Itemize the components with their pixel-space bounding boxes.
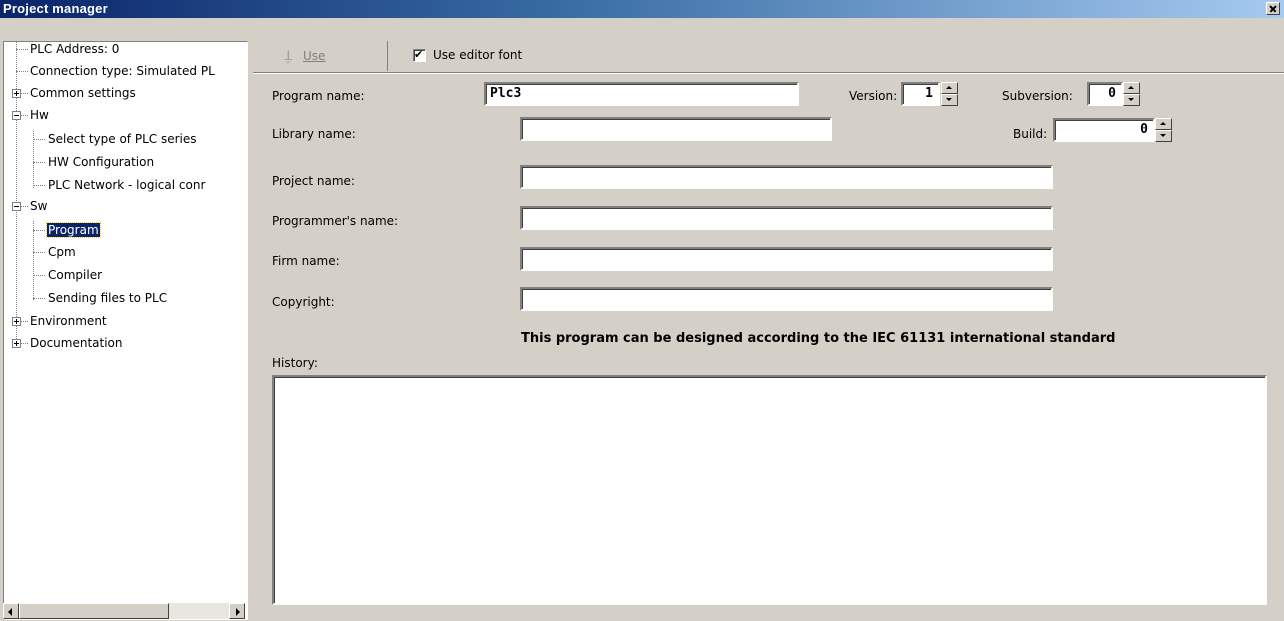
tree-item-compiler[interactable]: Compiler: [48, 268, 102, 282]
tree-item-connection-type[interactable]: Connection type: Simulated PL: [30, 64, 215, 78]
programmers-name-field[interactable]: [520, 206, 1053, 230]
copyright-field[interactable]: [520, 287, 1053, 311]
copyright-label: Copyright:: [272, 295, 335, 309]
tree-item-documentation[interactable]: Documentation: [30, 336, 123, 350]
tree-item-select-plc-series[interactable]: Select type of PLC series: [48, 132, 197, 146]
tree-item-plc-network[interactable]: PLC Network - logical conr: [48, 178, 205, 192]
build-up-button[interactable]: [1155, 118, 1172, 130]
tree-item-cpm[interactable]: Cpm: [48, 245, 76, 259]
tree-connector: [33, 230, 45, 231]
tree-item-sw[interactable]: Sw: [30, 199, 47, 213]
expand-common-settings-icon[interactable]: [12, 89, 21, 98]
scroll-right-button[interactable]: [229, 603, 245, 619]
tree-connector: [33, 162, 45, 163]
arrow-right-icon: [236, 608, 240, 616]
history-textarea[interactable]: [272, 375, 1267, 605]
tree-connector: [33, 185, 45, 186]
subversion-label: Subversion:: [1002, 89, 1073, 103]
tree-connector: [21, 206, 28, 207]
project-name-field[interactable]: [520, 165, 1053, 189]
build-field[interactable]: 0: [1053, 118, 1155, 142]
tree-connector: [21, 115, 28, 116]
window-title: Project manager: [3, 1, 108, 16]
tree-item-environment[interactable]: Environment: [30, 314, 107, 328]
expand-environment-icon[interactable]: [12, 317, 21, 326]
version-label: Version:: [849, 89, 898, 103]
history-label: History:: [272, 356, 318, 370]
use-editor-font-label: Use editor font: [433, 48, 523, 62]
version-down-button[interactable]: [941, 94, 958, 106]
iec-standard-note: This program can be designed according t…: [521, 331, 1116, 346]
version-up-button[interactable]: [941, 82, 958, 94]
expand-documentation-icon[interactable]: [12, 339, 21, 348]
build-down-button[interactable]: [1155, 130, 1172, 142]
tree-connector: [21, 321, 28, 322]
title-bar: Project manager: [0, 0, 1284, 18]
build-label: Build:: [1013, 127, 1048, 141]
program-name-field[interactable]: Plc3: [484, 82, 799, 106]
project-name-label: Project name:: [272, 174, 355, 188]
tree-sw-line: [33, 221, 34, 300]
tree-item-hw[interactable]: Hw: [30, 108, 49, 122]
subversion-field[interactable]: 0: [1087, 82, 1123, 106]
tree-connector: [33, 139, 45, 140]
programmers-name-label: Programmer's name:: [272, 214, 399, 228]
use-button[interactable]: ⍊ Use: [253, 41, 388, 71]
program-settings-panel: ⍊ Use Use editor font Program name: Plc3…: [253, 41, 1284, 621]
close-button[interactable]: [1266, 2, 1280, 15]
firm-name-label: Firm name:: [272, 254, 340, 268]
use-icon: ⍊: [284, 48, 293, 64]
use-button-label: Use: [303, 49, 326, 63]
firm-name-field[interactable]: [520, 247, 1053, 271]
tree-connector: [33, 252, 45, 253]
tree-connector: [21, 93, 28, 94]
scroll-left-button[interactable]: [3, 603, 19, 619]
subversion-up-button[interactable]: [1123, 82, 1140, 94]
subversion-spinner[interactable]: [1123, 82, 1140, 106]
toolbar-divider: [253, 72, 1284, 74]
use-editor-font-checkbox[interactable]: [413, 48, 426, 62]
collapse-hw-icon[interactable]: [12, 111, 21, 120]
tree-item-sending-files[interactable]: Sending files to PLC: [48, 291, 167, 305]
tree-root-line: [16, 42, 17, 347]
tree-item-plc-address[interactable]: PLC Address: 0: [30, 42, 119, 56]
tree-connector: [21, 343, 28, 344]
library-name-label: Library name:: [272, 127, 356, 141]
tree-connector: [16, 49, 28, 50]
library-name-field[interactable]: [520, 117, 832, 141]
version-field[interactable]: 1: [901, 82, 940, 106]
program-name-label: Program name:: [272, 89, 365, 103]
tree-item-hw-configuration[interactable]: HW Configuration: [48, 155, 154, 169]
tree-connector: [16, 71, 28, 72]
tree-item-program[interactable]: Program: [46, 222, 101, 238]
build-spinner[interactable]: [1155, 118, 1172, 142]
tree-connector: [33, 298, 45, 299]
arrow-left-icon: [8, 608, 12, 616]
tree-connector: [33, 275, 45, 276]
collapse-sw-icon[interactable]: [12, 202, 21, 211]
tree-item-common-settings[interactable]: Common settings: [30, 86, 136, 100]
subversion-down-button[interactable]: [1123, 94, 1140, 106]
tree-horizontal-scrollbar[interactable]: [3, 603, 245, 619]
scroll-thumb[interactable]: [19, 603, 169, 619]
version-spinner[interactable]: [941, 82, 958, 106]
project-tree[interactable]: PLC Address: 0 Connection type: Simulate…: [3, 41, 248, 620]
